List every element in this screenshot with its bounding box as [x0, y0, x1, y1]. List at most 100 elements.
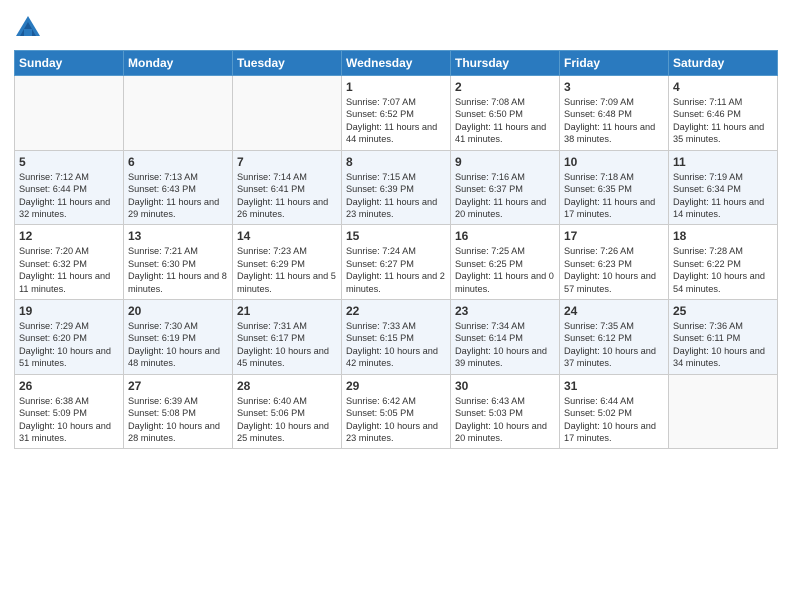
cell-content: Sunrise: 7:28 AM Sunset: 6:22 PM Dayligh…	[673, 245, 773, 295]
cell-content: Sunrise: 7:07 AM Sunset: 6:52 PM Dayligh…	[346, 96, 446, 146]
day-number: 7	[237, 155, 337, 169]
cell-content: Sunrise: 6:38 AM Sunset: 5:09 PM Dayligh…	[19, 395, 119, 445]
cell-content: Sunrise: 6:44 AM Sunset: 5:02 PM Dayligh…	[564, 395, 664, 445]
calendar-cell	[233, 76, 342, 151]
cell-content: Sunrise: 7:19 AM Sunset: 6:34 PM Dayligh…	[673, 171, 773, 221]
calendar-cell: 28Sunrise: 6:40 AM Sunset: 5:06 PM Dayli…	[233, 374, 342, 449]
cell-content: Sunrise: 7:36 AM Sunset: 6:11 PM Dayligh…	[673, 320, 773, 370]
day-number: 5	[19, 155, 119, 169]
cell-content: Sunrise: 7:30 AM Sunset: 6:19 PM Dayligh…	[128, 320, 228, 370]
calendar-cell: 29Sunrise: 6:42 AM Sunset: 5:05 PM Dayli…	[342, 374, 451, 449]
cell-content: Sunrise: 7:16 AM Sunset: 6:37 PM Dayligh…	[455, 171, 555, 221]
column-header-tuesday: Tuesday	[233, 51, 342, 76]
day-number: 10	[564, 155, 664, 169]
day-number: 8	[346, 155, 446, 169]
cell-content: Sunrise: 7:20 AM Sunset: 6:32 PM Dayligh…	[19, 245, 119, 295]
cell-content: Sunrise: 7:23 AM Sunset: 6:29 PM Dayligh…	[237, 245, 337, 295]
cell-content: Sunrise: 7:15 AM Sunset: 6:39 PM Dayligh…	[346, 171, 446, 221]
cell-content: Sunrise: 7:13 AM Sunset: 6:43 PM Dayligh…	[128, 171, 228, 221]
calendar-cell: 16 Sunrise: 7:25 AM Sunset: 6:25 PM Dayli…	[451, 225, 560, 300]
calendar-cell: 7 Sunrise: 7:14 AM Sunset: 6:41 PM Daylig…	[233, 150, 342, 225]
day-number: 12	[19, 229, 119, 243]
day-number: 25	[673, 304, 773, 318]
calendar-cell: 18 Sunrise: 7:28 AM Sunset: 6:22 PM Dayli…	[669, 225, 778, 300]
calendar-cell: 25 Sunrise: 7:36 AM Sunset: 6:11 PM Dayli…	[669, 300, 778, 375]
calendar-cell: 27 Sunrise: 6:39 AM Sunset: 5:08 PM Dayli…	[124, 374, 233, 449]
calendar-week-1: 1 Sunrise: 7:07 AM Sunset: 6:52 PM Daylig…	[15, 76, 778, 151]
day-number: 14	[237, 229, 337, 243]
page-container: SundayMondayTuesdayWednesdayThursdayFrid…	[0, 0, 792, 459]
calendar-cell	[124, 76, 233, 151]
calendar-cell: 15 Sunrise: 7:24 AM Sunset: 6:27 PM Dayli…	[342, 225, 451, 300]
column-header-monday: Monday	[124, 51, 233, 76]
calendar-cell: 8 Sunrise: 7:15 AM Sunset: 6:39 PM Daylig…	[342, 150, 451, 225]
calendar-cell: 2 Sunrise: 7:08 AM Sunset: 6:50 PM Daylig…	[451, 76, 560, 151]
calendar-cell: 22Sunrise: 7:33 AM Sunset: 6:15 PM Dayli…	[342, 300, 451, 375]
cell-content: Sunrise: 6:43 AM Sunset: 5:03 PM Dayligh…	[455, 395, 555, 445]
header	[14, 10, 778, 42]
day-number: 18	[673, 229, 773, 243]
calendar-week-2: 5Sunrise: 7:12 AM Sunset: 6:44 PM Daylig…	[15, 150, 778, 225]
column-header-sunday: Sunday	[15, 51, 124, 76]
calendar-cell: 10 Sunrise: 7:18 AM Sunset: 6:35 PM Dayli…	[560, 150, 669, 225]
day-number: 30	[455, 379, 555, 393]
day-number: 17	[564, 229, 664, 243]
calendar-cell: 9 Sunrise: 7:16 AM Sunset: 6:37 PM Daylig…	[451, 150, 560, 225]
cell-content: Sunrise: 7:34 AM Sunset: 6:14 PM Dayligh…	[455, 320, 555, 370]
day-number: 15	[346, 229, 446, 243]
cell-content: Sunrise: 7:09 AM Sunset: 6:48 PM Dayligh…	[564, 96, 664, 146]
cell-content: Sunrise: 7:29 AM Sunset: 6:20 PM Dayligh…	[19, 320, 119, 370]
day-number: 31	[564, 379, 664, 393]
calendar-cell	[669, 374, 778, 449]
day-number: 2	[455, 80, 555, 94]
calendar-cell: 19 Sunrise: 7:29 AM Sunset: 6:20 PM Dayli…	[15, 300, 124, 375]
cell-content: Sunrise: 7:08 AM Sunset: 6:50 PM Dayligh…	[455, 96, 555, 146]
day-number: 1	[346, 80, 446, 94]
column-header-thursday: Thursday	[451, 51, 560, 76]
calendar-cell: 17 Sunrise: 7:26 AM Sunset: 6:23 PM Dayli…	[560, 225, 669, 300]
cell-content: Sunrise: 7:14 AM Sunset: 6:41 PM Dayligh…	[237, 171, 337, 221]
cell-content: Sunrise: 7:18 AM Sunset: 6:35 PM Dayligh…	[564, 171, 664, 221]
column-header-wednesday: Wednesday	[342, 51, 451, 76]
calendar-table: SundayMondayTuesdayWednesdayThursdayFrid…	[14, 50, 778, 449]
day-number: 16	[455, 229, 555, 243]
calendar-cell: 4 Sunrise: 7:11 AM Sunset: 6:46 PM Daylig…	[669, 76, 778, 151]
day-number: 13	[128, 229, 228, 243]
logo	[14, 14, 44, 42]
calendar-cell	[15, 76, 124, 151]
day-number: 19	[19, 304, 119, 318]
cell-content: Sunrise: 6:40 AM Sunset: 5:06 PM Dayligh…	[237, 395, 337, 445]
calendar-week-3: 12 Sunrise: 7:20 AM Sunset: 6:32 PM Dayli…	[15, 225, 778, 300]
column-header-saturday: Saturday	[669, 51, 778, 76]
cell-content: Sunrise: 7:33 AM Sunset: 6:15 PM Dayligh…	[346, 320, 446, 370]
calendar-cell: 12 Sunrise: 7:20 AM Sunset: 6:32 PM Dayli…	[15, 225, 124, 300]
cell-content: Sunrise: 7:24 AM Sunset: 6:27 PM Dayligh…	[346, 245, 446, 295]
calendar-week-5: 26 Sunrise: 6:38 AM Sunset: 5:09 PM Dayli…	[15, 374, 778, 449]
day-number: 6	[128, 155, 228, 169]
cell-content: Sunrise: 6:39 AM Sunset: 5:08 PM Dayligh…	[128, 395, 228, 445]
day-number: 24	[564, 304, 664, 318]
calendar-cell: 5Sunrise: 7:12 AM Sunset: 6:44 PM Daylig…	[15, 150, 124, 225]
cell-content: Sunrise: 7:21 AM Sunset: 6:30 PM Dayligh…	[128, 245, 228, 295]
day-number: 27	[128, 379, 228, 393]
cell-content: Sunrise: 7:25 AM Sunset: 6:25 PM Dayligh…	[455, 245, 555, 295]
day-number: 20	[128, 304, 228, 318]
calendar-cell: 20 Sunrise: 7:30 AM Sunset: 6:19 PM Dayli…	[124, 300, 233, 375]
cell-content: Sunrise: 7:26 AM Sunset: 6:23 PM Dayligh…	[564, 245, 664, 295]
calendar-cell: 30 Sunrise: 6:43 AM Sunset: 5:03 PM Dayli…	[451, 374, 560, 449]
day-number: 29	[346, 379, 446, 393]
day-number: 26	[19, 379, 119, 393]
day-number: 9	[455, 155, 555, 169]
day-number: 4	[673, 80, 773, 94]
day-number: 11	[673, 155, 773, 169]
calendar-cell: 24Sunrise: 7:35 AM Sunset: 6:12 PM Dayli…	[560, 300, 669, 375]
calendar-cell: 11 Sunrise: 7:19 AM Sunset: 6:34 PM Dayli…	[669, 150, 778, 225]
calendar-cell: 3 Sunrise: 7:09 AM Sunset: 6:48 PM Daylig…	[560, 76, 669, 151]
day-number: 21	[237, 304, 337, 318]
cell-content: Sunrise: 7:11 AM Sunset: 6:46 PM Dayligh…	[673, 96, 773, 146]
cell-content: Sunrise: 7:31 AM Sunset: 6:17 PM Dayligh…	[237, 320, 337, 370]
calendar-week-4: 19 Sunrise: 7:29 AM Sunset: 6:20 PM Dayli…	[15, 300, 778, 375]
day-number: 3	[564, 80, 664, 94]
calendar-cell: 26 Sunrise: 6:38 AM Sunset: 5:09 PM Dayli…	[15, 374, 124, 449]
calendar-cell: 6 Sunrise: 7:13 AM Sunset: 6:43 PM Daylig…	[124, 150, 233, 225]
